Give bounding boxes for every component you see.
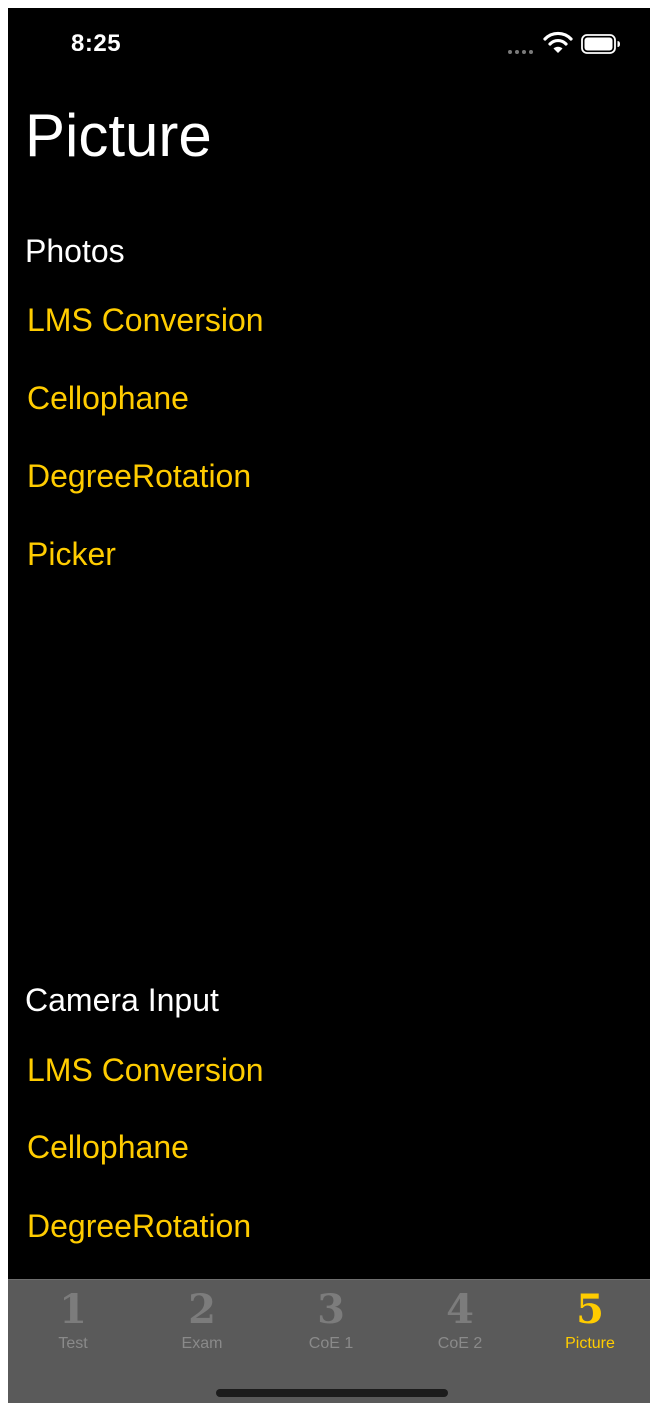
- tab-exam-icon: 2: [188, 1286, 216, 1333]
- tab-picture[interactable]: 5 Picture: [526, 1280, 650, 1360]
- tab-bar: 1 Test 2 Exam 3 CoE 1 4 CoE 2 5 Picture: [8, 1279, 650, 1403]
- status-time: 8:25: [71, 30, 122, 57]
- photos-item-cellophane[interactable]: Cellophane: [27, 382, 189, 414]
- photos-item-lms-conversion[interactable]: LMS Conversion: [27, 304, 264, 336]
- tab-exam-label: Exam: [181, 1335, 223, 1352]
- tab-picture-label: Picture: [565, 1335, 615, 1352]
- tab-exam[interactable]: 2 Exam: [138, 1280, 266, 1360]
- tab-coe2[interactable]: 4 CoE 2: [396, 1280, 524, 1360]
- tab-test-icon: 1: [59, 1286, 87, 1333]
- tab-coe2-icon: 4: [446, 1286, 474, 1333]
- tab-coe1[interactable]: 3 CoE 1: [267, 1280, 395, 1360]
- camera-item-lms-conversion[interactable]: LMS Conversion: [27, 1054, 264, 1086]
- tab-test-label: Test: [58, 1335, 88, 1352]
- wifi-icon: [543, 31, 573, 53]
- photos-item-picker[interactable]: Picker: [27, 538, 116, 570]
- tab-coe1-label: CoE 1: [308, 1335, 354, 1352]
- page-title: Picture: [25, 102, 212, 169]
- section-header-photos: Photos: [25, 233, 125, 269]
- section-header-camera-input: Camera Input: [25, 982, 219, 1018]
- camera-item-cellophane[interactable]: Cellophane: [27, 1131, 189, 1163]
- tab-test[interactable]: 1 Test: [9, 1280, 137, 1360]
- signal-dots-icon: [508, 50, 534, 56]
- app-screen: 8:25 Picture Photos LMS Conversion Cello…: [8, 8, 650, 1403]
- tab-picture-icon: 5: [576, 1286, 604, 1333]
- tab-coe1-icon: 3: [317, 1286, 345, 1333]
- tab-coe2-label: CoE 2: [437, 1335, 483, 1352]
- camera-item-degree-rotation[interactable]: DegreeRotation: [27, 1210, 251, 1242]
- battery-icon: [581, 34, 620, 54]
- photos-item-degree-rotation[interactable]: DegreeRotation: [27, 460, 251, 492]
- home-indicator[interactable]: [216, 1389, 448, 1397]
